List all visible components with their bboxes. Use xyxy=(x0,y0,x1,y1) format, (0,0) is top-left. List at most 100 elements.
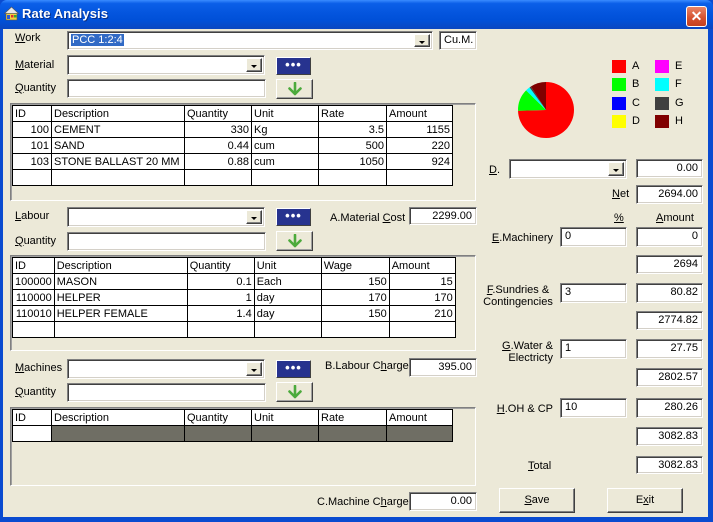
table-cell[interactable]: 100000 xyxy=(12,273,55,290)
table-cell[interactable]: 15 xyxy=(388,273,456,290)
table-row[interactable]: 101 SAND 0.44 cum 500 220 xyxy=(12,137,453,154)
table-row[interactable]: 100000 MASON 0.1 Each 150 15 xyxy=(12,273,456,290)
table-cell[interactable] xyxy=(253,321,322,338)
column-header[interactable]: Unit xyxy=(253,257,322,274)
column-header[interactable]: Unit xyxy=(251,105,319,122)
column-header[interactable]: ID xyxy=(12,409,52,426)
column-header[interactable]: Description xyxy=(53,257,188,274)
column-header[interactable]: Unit xyxy=(251,409,319,426)
table-cell[interactable]: Each xyxy=(253,273,322,290)
table-cell[interactable] xyxy=(53,321,188,338)
table-cell[interactable] xyxy=(318,169,387,186)
table-cell[interactable]: 330 xyxy=(184,121,252,138)
column-header[interactable]: Rate xyxy=(318,105,387,122)
material-grid[interactable]: ID Description Quantity Unit Rate Amount 100 CE… xyxy=(12,105,453,186)
column-header[interactable]: Amount xyxy=(388,257,456,274)
save-button[interactable]: Save xyxy=(499,488,575,513)
table-cell[interactable]: 170 xyxy=(388,289,456,306)
table-row[interactable]: 110010 HELPER FEMALE 1.4 day 150 210 xyxy=(12,305,456,322)
new-record-row[interactable] xyxy=(12,425,453,442)
table-cell[interactable]: Kg xyxy=(251,121,319,138)
labour-grid[interactable]: ID Description Quantity Unit Wage Amount 10000… xyxy=(12,257,456,338)
table-cell[interactable]: 170 xyxy=(320,289,390,306)
table-cell[interactable] xyxy=(184,169,252,186)
table-cell[interactable]: CEMENT xyxy=(51,121,185,138)
material-combo[interactable] xyxy=(67,55,265,75)
machines-browse-button[interactable]: ••• xyxy=(276,360,311,378)
table-row[interactable]: 100 CEMENT 330 Kg 3.5 1155 xyxy=(12,121,453,138)
column-header[interactable]: Quantity xyxy=(184,105,252,122)
machines-combo[interactable] xyxy=(67,359,265,379)
column-header[interactable]: Description xyxy=(51,409,185,426)
machines-grid[interactable]: ID Description Quantity Unit Rate Amount xyxy=(12,409,453,442)
labour-add-button[interactable] xyxy=(276,231,313,251)
table-cell[interactable] xyxy=(251,169,319,186)
table-cell[interactable]: 0.88 xyxy=(184,153,252,170)
table-row[interactable]: 103 STONE BALLAST 20 MM 0.88 cum 1050 924 xyxy=(12,153,453,170)
material-browse-button[interactable]: ••• xyxy=(276,57,311,75)
table-cell[interactable]: 220 xyxy=(386,137,453,154)
table-cell[interactable]: cum xyxy=(251,153,319,170)
table-cell[interactable] xyxy=(386,425,453,442)
table-cell[interactable]: SAND xyxy=(51,137,185,154)
work-combo[interactable]: PCC 1:2:4 xyxy=(67,31,433,50)
machinery-percent-input[interactable]: 0 xyxy=(560,227,627,247)
table-cell[interactable] xyxy=(51,169,185,186)
table-cell[interactable]: 150 xyxy=(320,305,390,322)
table-cell[interactable] xyxy=(12,425,52,442)
table-cell[interactable] xyxy=(318,425,387,442)
column-header[interactable]: Amount xyxy=(386,409,453,426)
labour-browse-button[interactable]: ••• xyxy=(276,208,311,226)
sundries-percent-input[interactable]: 3 xyxy=(560,283,627,303)
material-dropdown-arrow-icon[interactable] xyxy=(246,58,262,72)
labour-quantity-input[interactable] xyxy=(67,232,266,251)
table-cell[interactable]: day xyxy=(253,305,322,322)
material-quantity-input[interactable] xyxy=(67,79,266,98)
water-percent-input[interactable]: 1 xyxy=(560,339,627,359)
table-cell[interactable]: 100 xyxy=(12,121,52,138)
machines-dropdown-arrow-icon[interactable] xyxy=(246,362,262,376)
d-dropdown-arrow-icon[interactable] xyxy=(608,162,624,176)
table-cell[interactable] xyxy=(12,169,52,186)
machines-add-button[interactable] xyxy=(276,382,313,402)
table-cell[interactable]: day xyxy=(253,289,322,306)
table-cell[interactable]: 924 xyxy=(386,153,453,170)
table-row[interactable]: 110000 HELPER 1 day 170 170 xyxy=(12,289,456,306)
table-cell[interactable] xyxy=(320,321,390,338)
labour-combo[interactable] xyxy=(67,207,265,227)
column-header[interactable]: Quantity xyxy=(184,409,252,426)
d-combo[interactable] xyxy=(509,159,627,179)
column-header[interactable]: Rate xyxy=(318,409,387,426)
column-header[interactable]: Quantity xyxy=(186,257,255,274)
table-cell[interactable] xyxy=(184,425,252,442)
new-record-row[interactable] xyxy=(12,321,456,338)
table-cell[interactable] xyxy=(388,321,456,338)
labour-dropdown-arrow-icon[interactable] xyxy=(246,210,262,224)
material-add-button[interactable] xyxy=(276,79,313,99)
table-cell[interactable]: HELPER xyxy=(53,289,188,306)
table-cell[interactable]: 0.44 xyxy=(184,137,252,154)
column-header[interactable]: Wage xyxy=(320,257,390,274)
new-record-row[interactable] xyxy=(12,169,453,186)
oh-cp-percent-input[interactable]: 10 xyxy=(560,398,627,418)
table-cell[interactable]: 210 xyxy=(388,305,456,322)
table-cell[interactable]: 500 xyxy=(318,137,387,154)
table-cell[interactable]: 150 xyxy=(320,273,390,290)
column-header[interactable]: Amount xyxy=(386,105,453,122)
table-cell[interactable]: STONE BALLAST 20 MM xyxy=(51,153,185,170)
table-cell[interactable] xyxy=(386,169,453,186)
table-cell[interactable]: 101 xyxy=(12,137,52,154)
table-cell[interactable]: 1 xyxy=(186,289,255,306)
table-cell[interactable]: cum xyxy=(251,137,319,154)
table-cell[interactable]: 1.4 xyxy=(186,305,255,322)
table-cell[interactable]: HELPER FEMALE xyxy=(53,305,188,322)
work-dropdown-arrow-icon[interactable] xyxy=(414,34,430,47)
table-cell[interactable]: 1155 xyxy=(386,121,453,138)
table-cell[interactable] xyxy=(186,321,255,338)
column-header[interactable]: Description xyxy=(51,105,185,122)
table-cell[interactable]: 103 xyxy=(12,153,52,170)
exit-button[interactable]: Exit xyxy=(607,488,683,513)
table-cell[interactable]: 0.1 xyxy=(186,273,255,290)
table-cell[interactable] xyxy=(12,321,55,338)
close-button[interactable]: ✕ xyxy=(686,6,707,27)
